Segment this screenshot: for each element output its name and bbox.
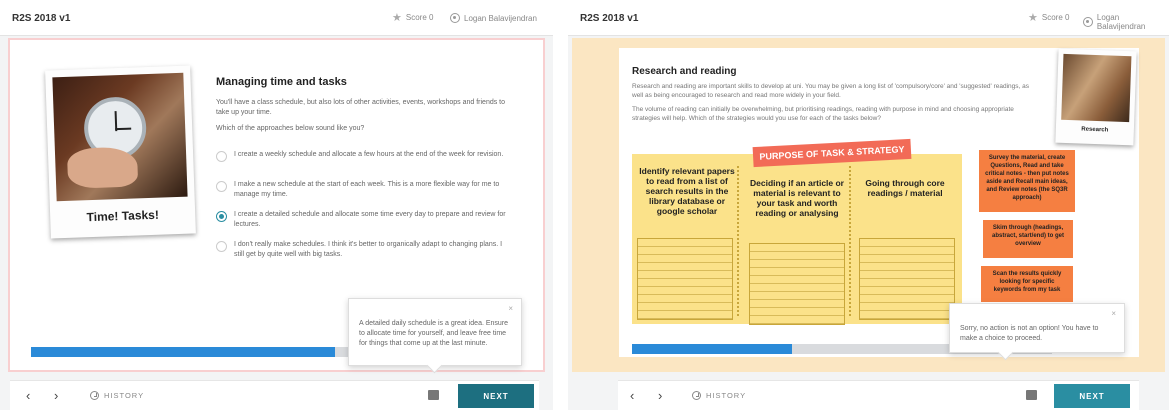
feedback-tooltip: × Sorry, no action is not an option! You… [949, 303, 1125, 353]
feedback-tooltip: × A detailed daily schedule is a great i… [348, 298, 522, 366]
history-label: HISTORY [706, 391, 747, 400]
history-label: HISTORY [104, 391, 145, 400]
question-intro: You'll have a class schedule, but also l… [216, 99, 506, 116]
score-label: Score 0 [405, 13, 434, 22]
polaroid-image: Research [1055, 48, 1137, 146]
question-prompt: Which of the approaches below sound like… [216, 125, 365, 132]
option-label: I create a detailed schedule and allocat… [234, 211, 506, 228]
activity-stage: Time! Tasks! Managing time and tasks You… [8, 38, 545, 372]
option-label: I don't really make schedules. I think i… [234, 241, 503, 258]
column-heading: Deciding if an article or material is re… [750, 178, 844, 218]
answer-option[interactable]: I make a new schedule at the start of ea… [216, 180, 506, 200]
strategy-card[interactable]: Scan the results quickly looking for spe… [981, 266, 1073, 302]
progress-fill [31, 347, 335, 357]
column-heading: Identify relevant papers to read from a … [639, 166, 735, 216]
history-icon [692, 391, 701, 400]
drop-zone[interactable] [749, 243, 845, 325]
next-button[interactable]: NEXT [458, 384, 534, 408]
history-icon [90, 391, 99, 400]
image-caption: Research [1081, 126, 1109, 134]
image-caption: Time! Tasks! [86, 207, 160, 225]
column-heading: Going through core readings / material [865, 178, 945, 198]
answer-option-selected[interactable]: I create a detailed schedule and allocat… [216, 210, 506, 230]
activity-title: Research and reading [632, 66, 737, 77]
user-menu[interactable]: Logan Balavijendran [450, 13, 537, 23]
history-button[interactable]: HISTORY [90, 391, 144, 400]
answer-option[interactable]: I don't really make schedules. I think i… [216, 240, 506, 260]
score-indicator: ★ Score 0 [1028, 11, 1070, 24]
intro-paragraph: The volume of reading can initially be o… [632, 106, 1014, 122]
question-title: Managing time and tasks [216, 76, 347, 88]
next-arrow-button[interactable]: › [658, 389, 662, 402]
user-name: Logan Balavijendran [464, 13, 537, 23]
radio-button[interactable] [216, 151, 227, 162]
library-photo [1061, 53, 1132, 123]
strategy-card[interactable]: Skim through (headings, abstract, start/… [983, 220, 1073, 258]
top-bar: R2S 2018 v1 ★ Score 0 Logan Balavijendra… [0, 0, 553, 36]
user-icon [450, 13, 460, 23]
activity-intro: Research and reading are important skill… [632, 82, 1037, 123]
notes-icon[interactable] [1026, 390, 1037, 400]
radio-button-selected[interactable] [216, 211, 227, 222]
close-icon[interactable]: × [508, 304, 513, 314]
feedback-text: Sorry, no action is not an option! You h… [960, 325, 1099, 342]
user-name: Logan Balavijendran [1096, 13, 1146, 31]
left-screen: R2S 2018 v1 ★ Score 0 Logan Balavijendra… [0, 0, 553, 410]
strategy-card[interactable]: Survey the material, create Questions, R… [979, 150, 1075, 212]
next-button[interactable]: NEXT [1054, 384, 1130, 408]
option-label: I create a weekly schedule and allocate … [234, 151, 504, 158]
clock-photo [52, 72, 188, 202]
notes-icon[interactable] [428, 390, 439, 400]
footer-bar: ‹ › HISTORY NEXT [618, 380, 1139, 410]
answer-option[interactable]: I create a weekly schedule and allocate … [216, 150, 506, 162]
radio-button[interactable] [216, 241, 227, 252]
option-label: I make a new schedule at the start of ea… [234, 181, 500, 198]
feedback-text: A detailed daily schedule is a great ide… [359, 320, 509, 347]
app-title: R2S 2018 v1 [580, 13, 639, 24]
polaroid-image: Time! Tasks! [45, 65, 196, 239]
progress-fill [632, 344, 792, 354]
intro-paragraph: Research and reading are important skill… [632, 83, 1030, 99]
column-divider [849, 166, 851, 316]
score-indicator: ★ Score 0 [392, 11, 434, 24]
question-card: Time! Tasks! Managing time and tasks You… [10, 40, 543, 370]
star-icon: ★ [392, 11, 402, 24]
star-icon: ★ [1028, 11, 1038, 24]
right-screen: R2S 2018 v1 ★ Score 0 Logan Balavijendra… [568, 0, 1169, 410]
prev-arrow-button[interactable]: ‹ [630, 389, 634, 402]
app-title: R2S 2018 v1 [12, 13, 71, 24]
hand-illustration [66, 146, 139, 189]
column-divider [737, 166, 739, 316]
user-menu[interactable]: Logan Balavijendran [1083, 13, 1169, 31]
drop-zone[interactable] [637, 238, 733, 320]
drop-zone[interactable] [859, 238, 955, 320]
prev-arrow-button[interactable]: ‹ [26, 389, 30, 402]
close-icon[interactable]: × [1111, 309, 1116, 319]
radio-button[interactable] [216, 181, 227, 192]
top-bar: R2S 2018 v1 ★ Score 0 Logan Balavijendra… [568, 0, 1169, 36]
score-label: Score 0 [1041, 13, 1070, 22]
activity-stage: Research and reading Research and readin… [572, 38, 1165, 372]
history-button[interactable]: HISTORY [692, 391, 746, 400]
activity-card: Research and reading Research and readin… [619, 48, 1139, 357]
footer-bar: ‹ › HISTORY NEXT [10, 380, 539, 410]
next-arrow-button[interactable]: › [54, 389, 58, 402]
user-icon [1083, 17, 1093, 27]
